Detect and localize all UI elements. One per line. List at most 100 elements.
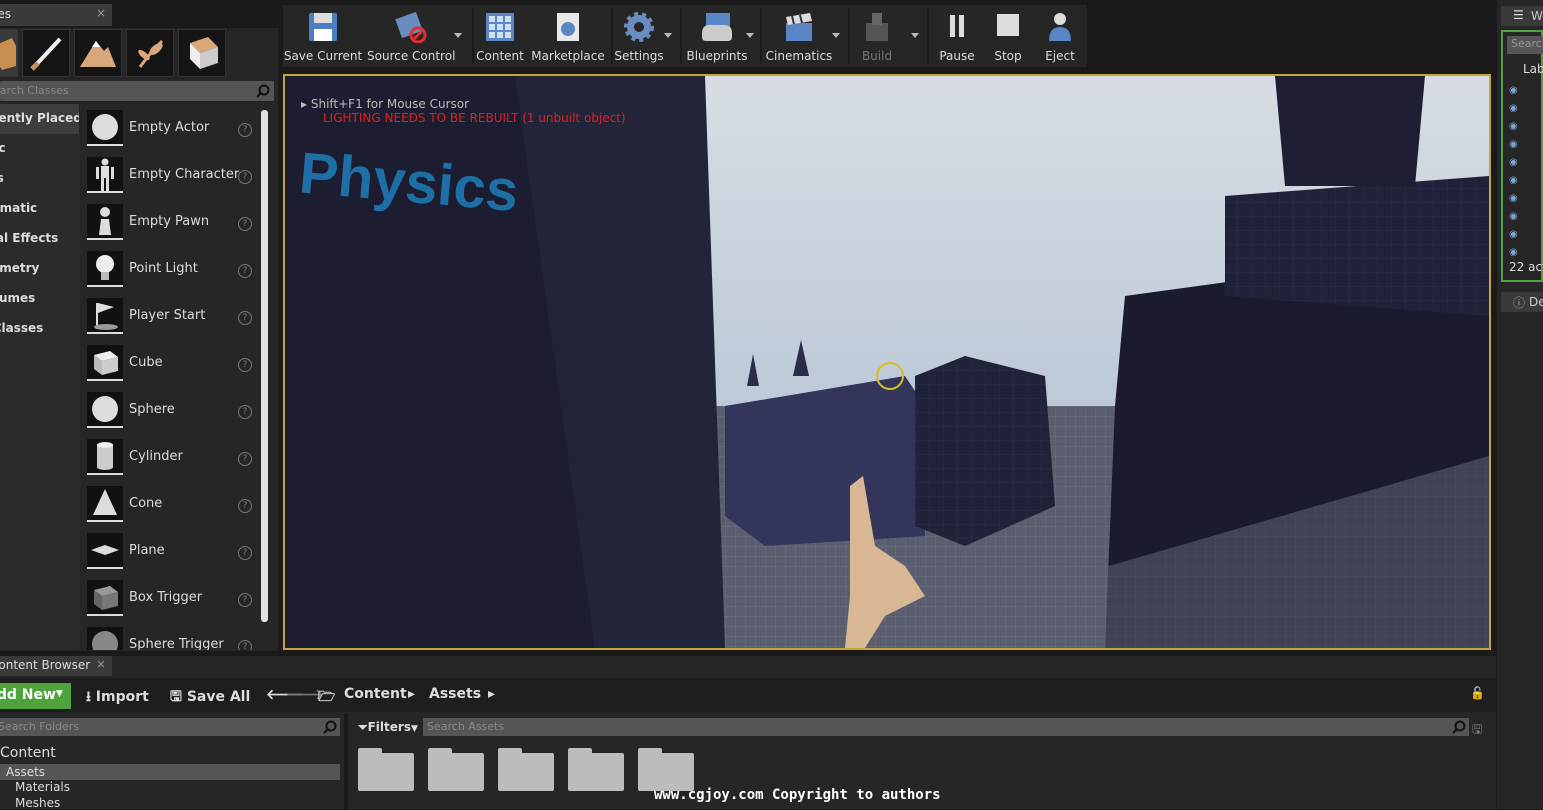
breadcrumb-separator-icon[interactable]: ▸ <box>488 686 495 702</box>
settings-button[interactable]: Settings <box>613 5 665 67</box>
folder-tree-root[interactable]: Content <box>0 745 56 761</box>
category-lights[interactable]: Lights <box>0 164 79 194</box>
paint-mode-button[interactable] <box>22 29 70 77</box>
cinematics-dropdown-icon[interactable] <box>832 33 840 38</box>
cube-thumbnail <box>87 345 123 381</box>
category-all-classes[interactable]: All Classes <box>0 314 79 344</box>
level-viewport[interactable]: Physics ▸ Shift+F1 for Mouse Cursor LIGH… <box>283 74 1491 650</box>
foliage-mode-button[interactable] <box>126 29 174 77</box>
help-icon[interactable]: ? <box>238 358 252 372</box>
category-cinematic[interactable]: Cinematic <box>0 194 79 224</box>
details-tab[interactable]: ⓘ Details <box>1501 292 1543 312</box>
help-icon[interactable]: ? <box>238 546 252 560</box>
list-item[interactable]: Sphere Trigger ? <box>81 623 259 650</box>
geometry-mode-button[interactable] <box>178 29 226 77</box>
list-item[interactable]: Point Light ? <box>81 247 259 294</box>
help-icon[interactable]: ? <box>238 405 252 419</box>
list-item[interactable]: Empty Actor ? <box>81 106 259 153</box>
label-column-header[interactable]: Label <box>1523 62 1543 76</box>
asset-folder-icon[interactable] <box>568 748 624 791</box>
help-icon[interactable]: ? <box>238 217 252 231</box>
help-icon[interactable]: ? <box>238 499 252 513</box>
help-icon[interactable]: ? <box>238 452 252 466</box>
list-item[interactable]: Empty Pawn ? <box>81 200 259 247</box>
category-volumes[interactable]: Volumes <box>0 284 79 314</box>
visibility-eye-icons[interactable]: ◉ ◉ ◉ ◉ ◉ ◉ ◉ ◉ ◉ ◉ <box>1509 82 1518 262</box>
filters-button[interactable]: ⏷Filters▼ <box>358 720 418 735</box>
box-trigger-thumbnail <box>87 580 123 616</box>
asset-folder-icon[interactable] <box>638 748 694 791</box>
help-icon[interactable]: ? <box>238 170 252 184</box>
tree-item-materials[interactable]: Materials <box>15 780 70 794</box>
folder-search-input[interactable]: Search Folders <box>0 718 340 736</box>
source-control-button[interactable]: Source Control <box>367 5 455 67</box>
list-item[interactable]: Plane ? <box>81 529 259 576</box>
class-search-input[interactable]: Search Classes <box>0 81 274 101</box>
list-item[interactable]: Player Start ? <box>81 294 259 341</box>
filters-label: Filters <box>367 720 411 734</box>
landscape-mode-button[interactable] <box>74 29 122 77</box>
settings-dropdown-icon[interactable] <box>664 33 672 38</box>
close-icon[interactable]: × <box>96 657 106 671</box>
help-icon[interactable]: ? <box>238 640 252 650</box>
save-search-icon[interactable]: 🖫 <box>1472 720 1482 741</box>
build-button[interactable]: Build <box>853 5 901 67</box>
category-visual-effects[interactable]: Visual Effects <box>0 224 79 254</box>
leaf-icon <box>138 39 164 68</box>
list-item[interactable]: Cone ? <box>81 482 259 529</box>
list-item[interactable]: Cylinder ? <box>81 435 259 482</box>
help-icon[interactable]: ? <box>238 123 252 137</box>
eject-icon <box>1049 13 1071 41</box>
source-control-dropdown-icon[interactable] <box>454 33 462 38</box>
asset-folder-icon[interactable] <box>358 748 414 791</box>
toolbar-divider <box>848 8 850 64</box>
help-icon[interactable]: ? <box>238 264 252 278</box>
help-icon[interactable]: ? <box>238 311 252 325</box>
lock-icon[interactable]: 🔓 <box>1470 686 1485 700</box>
breadcrumb-assets[interactable]: Assets <box>429 686 481 702</box>
marketplace-button[interactable]: Marketplace <box>531 5 605 67</box>
item-label: Cylinder <box>129 449 183 464</box>
import-button[interactable]: ⭳ Import <box>86 686 149 710</box>
category-basic[interactable]: Basic <box>0 134 79 164</box>
clapperboard-icon <box>786 13 812 41</box>
stop-button[interactable]: Stop <box>983 5 1033 67</box>
tree-item-assets[interactable]: Assets <box>6 765 45 779</box>
item-list-scrollbar[interactable] <box>261 110 268 622</box>
eject-button[interactable]: Eject <box>1035 5 1085 67</box>
category-recently-placed[interactable]: Recently Placed <box>0 104 79 134</box>
list-item[interactable]: Box Trigger ? <box>81 576 259 623</box>
modes-tab[interactable]: Modes × <box>0 4 112 26</box>
list-item[interactable]: Cube ? <box>81 341 259 388</box>
add-new-button[interactable]: Add New ▼ <box>0 683 71 709</box>
category-geometry[interactable]: Geometry <box>0 254 79 284</box>
save-current-button[interactable]: Save Current <box>283 5 363 67</box>
list-item[interactable]: Empty Character ? <box>81 153 259 200</box>
help-icon[interactable]: ? <box>238 593 252 607</box>
cinematics-button[interactable]: Cinematics <box>763 5 835 67</box>
build-label: Build <box>861 49 893 63</box>
item-label: Box Trigger <box>129 590 203 605</box>
add-new-label: Add New <box>0 687 56 703</box>
build-dropdown-icon[interactable] <box>911 33 919 38</box>
asset-folder-icon[interactable] <box>498 748 554 791</box>
breadcrumb-content[interactable]: Content <box>344 686 407 702</box>
save-all-button[interactable]: 🖫 Save All <box>170 686 250 710</box>
place-mode-button[interactable] <box>0 29 18 77</box>
modes-panel: Modes × Search Classes Recently Placed B… <box>0 0 278 651</box>
asset-search-input[interactable]: Search Assets <box>423 718 1469 736</box>
close-icon[interactable]: × <box>96 6 106 20</box>
panel-splitter[interactable] <box>344 714 348 809</box>
blueprints-button[interactable]: Blueprints <box>683 5 751 67</box>
asset-folder-icon[interactable] <box>428 748 484 791</box>
content-button[interactable]: Content <box>476 5 524 67</box>
content-label: Content <box>476 49 524 63</box>
world-outliner-tab[interactable]: ☰ World Outliner <box>1501 6 1543 26</box>
blueprints-dropdown-icon[interactable] <box>746 33 754 38</box>
pause-button[interactable]: Pause <box>933 5 981 67</box>
outliner-search-input[interactable]: Search <box>1507 36 1543 54</box>
content-browser-tab[interactable]: Content Browser × <box>0 656 112 676</box>
list-item[interactable]: Sphere ? <box>81 388 259 435</box>
item-label: Empty Character <box>129 167 240 182</box>
tree-item-meshes[interactable]: Meshes <box>15 796 60 810</box>
